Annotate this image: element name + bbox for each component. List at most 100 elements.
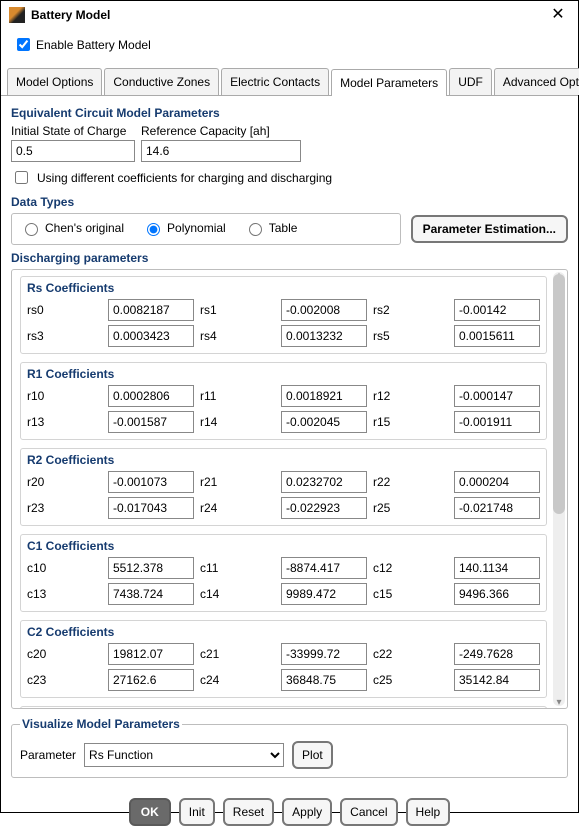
radio-polynomial[interactable]: Polynomial bbox=[142, 220, 226, 236]
coeff-label: rs4 bbox=[200, 329, 275, 343]
coeff-label: r22 bbox=[373, 475, 448, 489]
coeff-label: c13 bbox=[27, 587, 102, 601]
enable-label[interactable]: Enable Battery Model bbox=[36, 38, 151, 52]
tab-model-parameters[interactable]: Model Parameters bbox=[331, 69, 447, 96]
enable-row: Enable Battery Model bbox=[1, 29, 578, 64]
soc-input[interactable] bbox=[11, 140, 135, 162]
coeff-input-r15[interactable] bbox=[454, 411, 540, 433]
coeff-input-rs0[interactable] bbox=[108, 299, 194, 321]
close-icon[interactable]: ✕ bbox=[548, 7, 568, 23]
tabs: Model Options Conductive Zones Electric … bbox=[1, 68, 578, 96]
diff-coeff-label[interactable]: Using different coefficients for chargin… bbox=[37, 171, 332, 185]
coeff-label: rs1 bbox=[200, 303, 275, 317]
footer-buttons: OK Init Reset Apply Cancel Help bbox=[11, 784, 568, 826]
coeff-input-r25[interactable] bbox=[454, 497, 540, 519]
tab-conductive-zones[interactable]: Conductive Zones bbox=[104, 68, 219, 95]
coeff-label: rs2 bbox=[373, 303, 448, 317]
discharging-scroll: Rs Coefficientsrs0rs1rs2rs3rs4rs5R1 Coef… bbox=[11, 269, 568, 709]
coeff-title: R1 Coefficients bbox=[27, 367, 540, 381]
coeff-block-c1: C1 Coefficientsc10c11c12c13c14c15 bbox=[20, 534, 547, 612]
capacity-input[interactable] bbox=[141, 140, 301, 162]
datatypes-heading: Data Types bbox=[11, 195, 568, 209]
tab-model-options[interactable]: Model Options bbox=[7, 68, 102, 95]
ok-button[interactable]: OK bbox=[129, 798, 171, 826]
coeff-label: c23 bbox=[27, 673, 102, 687]
tab-udf[interactable]: UDF bbox=[449, 68, 492, 95]
coeff-title: R2 Coefficients bbox=[27, 453, 540, 467]
coeff-label: c10 bbox=[27, 561, 102, 575]
title-bar: Battery Model ✕ bbox=[1, 1, 578, 29]
coeff-input-c12[interactable] bbox=[454, 557, 540, 579]
coeff-input-rs2[interactable] bbox=[454, 299, 540, 321]
coeff-label: rs3 bbox=[27, 329, 102, 343]
coeff-label: c15 bbox=[373, 587, 448, 601]
coeff-area: Rs Coefficientsrs0rs1rs2rs3rs4rs5R1 Coef… bbox=[12, 270, 567, 708]
scrollbar[interactable]: ▴ ▾ bbox=[553, 272, 565, 706]
tab-electric-contacts[interactable]: Electric Contacts bbox=[221, 68, 329, 95]
coeff-block-r2: R2 Coefficientsr20r21r22r23r24r25 bbox=[20, 448, 547, 526]
coeff-input-r20[interactable] bbox=[108, 471, 194, 493]
parameter-select[interactable]: Rs Function bbox=[84, 743, 284, 767]
coeff-input-r13[interactable] bbox=[108, 411, 194, 433]
help-button[interactable]: Help bbox=[406, 798, 451, 826]
coeff-block-vo: Voc Coefficientsvo0vo1vo2vo3vo4vo5 bbox=[20, 706, 547, 708]
coeff-title: Rs Coefficients bbox=[27, 281, 540, 295]
plot-button[interactable]: Plot bbox=[292, 741, 333, 769]
coeff-grid: rs0rs1rs2rs3rs4rs5 bbox=[27, 299, 540, 347]
coeff-input-c24[interactable] bbox=[281, 669, 367, 691]
coeff-grid: c10c11c12c13c14c15 bbox=[27, 557, 540, 605]
coeff-input-rs4[interactable] bbox=[281, 325, 367, 347]
coeff-input-r11[interactable] bbox=[281, 385, 367, 407]
coeff-input-r10[interactable] bbox=[108, 385, 194, 407]
scroll-down-icon[interactable]: ▾ bbox=[553, 697, 565, 708]
coeff-grid: r10r11r12r13r14r15 bbox=[27, 385, 540, 433]
cancel-button[interactable]: Cancel bbox=[340, 798, 397, 826]
coeff-input-c15[interactable] bbox=[454, 583, 540, 605]
apply-button[interactable]: Apply bbox=[282, 798, 332, 826]
reset-button[interactable]: Reset bbox=[223, 798, 274, 826]
coeff-input-c25[interactable] bbox=[454, 669, 540, 691]
radio-table[interactable]: Table bbox=[244, 220, 298, 236]
parameter-estimation-button[interactable]: Parameter Estimation... bbox=[411, 215, 568, 243]
coeff-input-c21[interactable] bbox=[281, 643, 367, 665]
coeff-input-c10[interactable] bbox=[108, 557, 194, 579]
coeff-input-rs3[interactable] bbox=[108, 325, 194, 347]
coeff-label: c11 bbox=[200, 561, 275, 575]
tab-advanced-options[interactable]: Advanced Options bbox=[494, 68, 579, 95]
coeff-label: r24 bbox=[200, 501, 275, 515]
coeff-input-c20[interactable] bbox=[108, 643, 194, 665]
coeff-input-r12[interactable] bbox=[454, 385, 540, 407]
coeff-grid: c20c21c22c23c24c25 bbox=[27, 643, 540, 691]
soc-label: Initial State of Charge bbox=[11, 124, 135, 138]
coeff-input-c13[interactable] bbox=[108, 583, 194, 605]
coeff-input-r21[interactable] bbox=[281, 471, 367, 493]
coeff-title: C2 Coefficients bbox=[27, 625, 540, 639]
coeff-block-c2: C2 Coefficientsc20c21c22c23c24c25 bbox=[20, 620, 547, 698]
coeff-label: c22 bbox=[373, 647, 448, 661]
coeff-label: r25 bbox=[373, 501, 448, 515]
tab-panel: Equivalent Circuit Model Parameters Init… bbox=[1, 96, 578, 826]
init-button[interactable]: Init bbox=[179, 798, 215, 826]
enable-checkbox[interactable] bbox=[17, 38, 30, 51]
coeff-input-c22[interactable] bbox=[454, 643, 540, 665]
param-label: Parameter bbox=[20, 748, 76, 762]
radio-chens[interactable]: Chen's original bbox=[20, 220, 124, 236]
coeff-input-c23[interactable] bbox=[108, 669, 194, 691]
scroll-thumb[interactable] bbox=[553, 274, 565, 514]
coeff-input-r23[interactable] bbox=[108, 497, 194, 519]
coeff-label: r21 bbox=[200, 475, 275, 489]
coeff-input-r14[interactable] bbox=[281, 411, 367, 433]
coeff-block-rs: Rs Coefficientsrs0rs1rs2rs3rs4rs5 bbox=[20, 276, 547, 354]
coeff-input-r24[interactable] bbox=[281, 497, 367, 519]
coeff-label: c24 bbox=[200, 673, 275, 687]
coeff-input-c14[interactable] bbox=[281, 583, 367, 605]
diff-coeff-checkbox[interactable] bbox=[15, 171, 28, 184]
coeff-label: c21 bbox=[200, 647, 275, 661]
coeff-input-c11[interactable] bbox=[281, 557, 367, 579]
coeff-label: r14 bbox=[200, 415, 275, 429]
coeff-input-r22[interactable] bbox=[454, 471, 540, 493]
coeff-input-rs5[interactable] bbox=[454, 325, 540, 347]
coeff-label: r20 bbox=[27, 475, 102, 489]
coeff-input-rs1[interactable] bbox=[281, 299, 367, 321]
window-title: Battery Model bbox=[31, 8, 548, 22]
